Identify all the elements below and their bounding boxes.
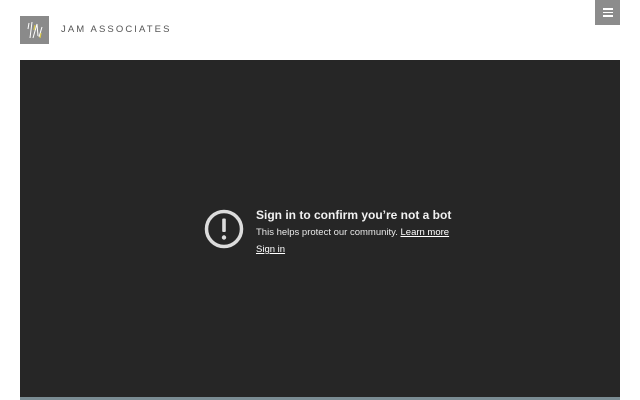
message-title: Sign in to confirm you’re not a bot bbox=[256, 208, 452, 222]
embedded-video[interactable]: Sign in to confirm you’re not a bot This… bbox=[20, 60, 620, 397]
bot-check-message: Sign in to confirm you’re not a bot This… bbox=[256, 207, 451, 257]
message-body-text: This helps protect our community. bbox=[256, 227, 398, 238]
logo[interactable] bbox=[20, 16, 49, 44]
message-body: This helps protect our community. Learn … bbox=[256, 227, 451, 239]
brand-name[interactable]: JAM ASSOCIATES bbox=[61, 24, 172, 36]
hamburger-menu-icon bbox=[602, 8, 613, 10]
hamburger-menu-icon-bar bbox=[602, 11, 613, 14]
menu-button[interactable] bbox=[595, 0, 620, 25]
learn-more-link[interactable]: Learn more bbox=[401, 227, 450, 238]
jam-logo-icon bbox=[20, 16, 49, 44]
site-header: JAM ASSOCIATES bbox=[0, 0, 640, 60]
hamburger-menu-icon-bar bbox=[602, 15, 613, 17]
exclamation-circle-icon bbox=[204, 209, 244, 249]
sign-in-link[interactable]: Sign in bbox=[256, 244, 285, 256]
